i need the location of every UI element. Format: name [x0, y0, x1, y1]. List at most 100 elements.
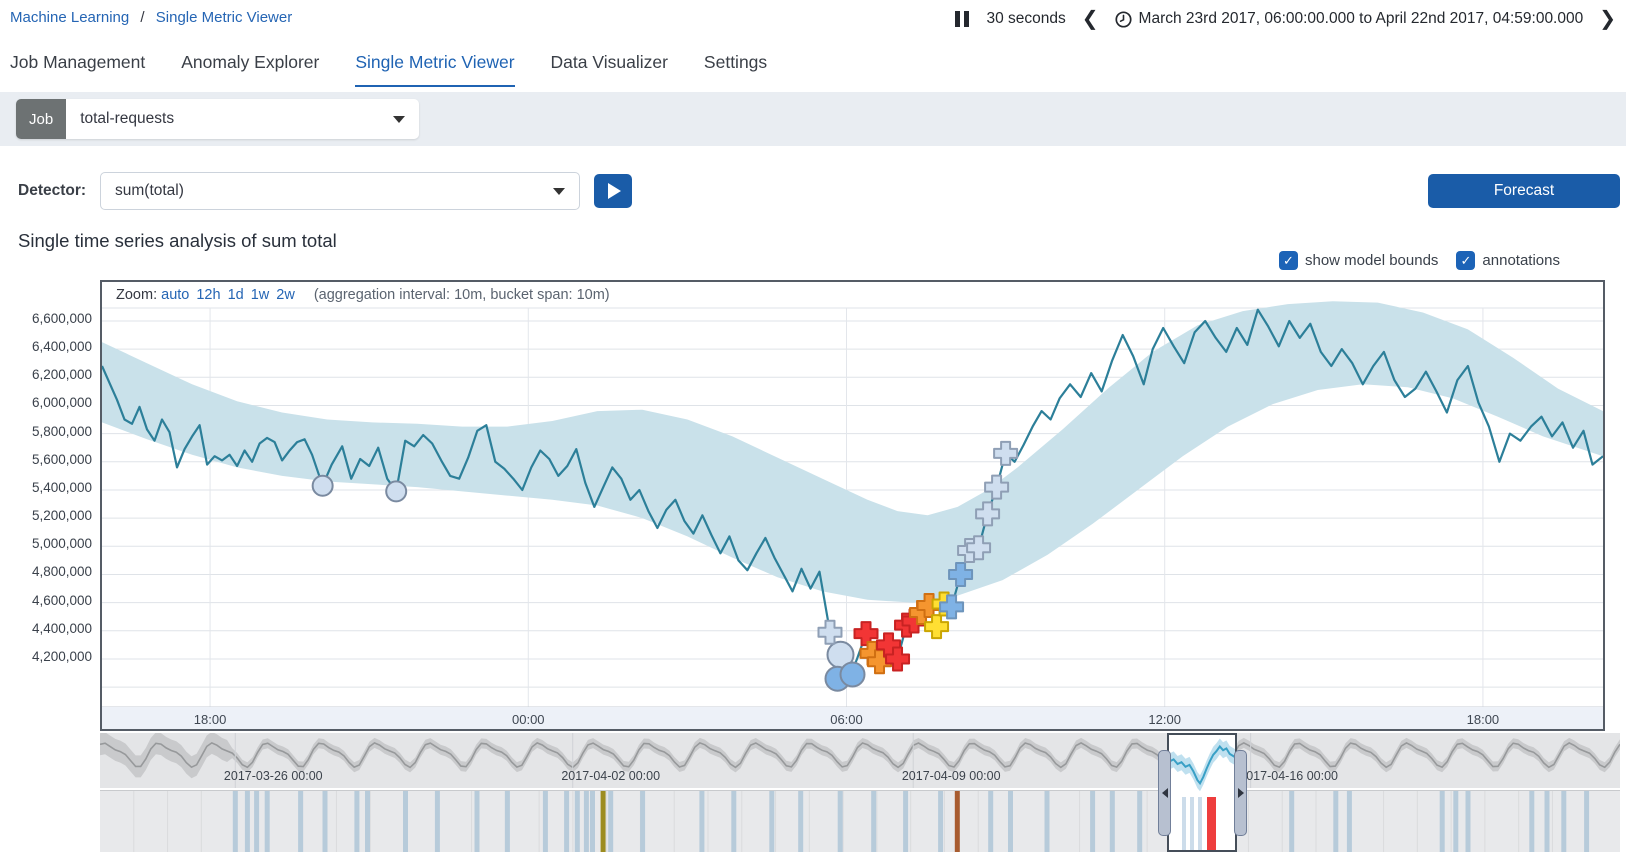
y-axis-tick-label: 5,600,000: [4, 452, 92, 467]
focus-plot[interactable]: [102, 282, 1603, 729]
brush-selection-window[interactable]: [1167, 733, 1237, 852]
context-date-label: 2017-04-02 00:00: [561, 769, 660, 783]
swimlane-event-bar: [543, 790, 548, 852]
y-axis-tick-label: 5,800,000: [4, 424, 92, 439]
pause-button[interactable]: [951, 7, 973, 31]
breadcrumb-link-single-metric-viewer[interactable]: Single Metric Viewer: [156, 9, 292, 26]
zoom-label: Zoom:: [116, 287, 157, 303]
y-axis-tick-label: 4,600,000: [4, 593, 92, 608]
play-button[interactable]: [594, 174, 632, 208]
y-axis-tick-label: 6,400,000: [4, 339, 92, 354]
anomaly-swimlane[interactable]: [100, 790, 1620, 852]
zoom-link-1w[interactable]: 1w: [251, 287, 270, 303]
job-badge: Job: [16, 99, 66, 139]
y-axis-tick-label: 5,000,000: [4, 536, 92, 551]
tab-settings[interactable]: Settings: [704, 44, 767, 87]
time-range[interactable]: March 23rd 2017, 06:00:00.000 to April 2…: [1115, 10, 1584, 28]
zoom-controls: Zoom: auto12h1d1w2w (aggregation interva…: [116, 287, 610, 303]
y-axis-tick-label: 4,400,000: [4, 621, 92, 636]
time-range-label: March 23rd 2017, 06:00:00.000 to April 2…: [1139, 10, 1584, 28]
swimlane-event-bar: [475, 790, 480, 852]
job-select-value: total-requests: [80, 110, 174, 128]
swimlane-event-bar: [1110, 790, 1115, 852]
next-time-button[interactable]: ❯: [1597, 9, 1618, 29]
swimlane-event-bar: [640, 790, 645, 852]
swimlane-event-bar: [608, 790, 613, 852]
brush-handle-right[interactable]: [1234, 750, 1247, 836]
swimlane-event-bar: [265, 790, 270, 852]
checkbox-annotations[interactable]: ✓annotations: [1456, 251, 1560, 270]
y-axis-tick-label: 5,200,000: [4, 508, 92, 523]
swimlane-event-bar: [564, 790, 569, 852]
zoom-link-2w[interactable]: 2w: [276, 287, 295, 303]
selection-event-bar: [1182, 797, 1186, 850]
swimlane-event-bar: [233, 790, 238, 852]
x-axis-tick-label: 18:00: [194, 712, 227, 727]
x-axis-tick-label: 12:00: [1148, 712, 1181, 727]
caret-down-icon: [393, 116, 405, 123]
breadcrumb: Machine Learning / Single Metric Viewer: [10, 9, 292, 26]
job-selector-bar: Job total-requests: [0, 92, 1626, 146]
anomaly-circle-marker: [313, 476, 333, 496]
detector-label: Detector:: [18, 182, 86, 200]
x-axis-tick-label: 00:00: [512, 712, 545, 727]
chart-toggles: ✓show model bounds ✓annotations: [1279, 251, 1560, 270]
swimlane-event-bar: [584, 790, 589, 852]
zoom-link-1d[interactable]: 1d: [228, 287, 244, 303]
zoom-link-12h[interactable]: 12h: [196, 287, 220, 303]
swimlane-event-bar: [1008, 790, 1013, 852]
swimlane-event-bar: [731, 790, 736, 852]
swimlane-event-bar: [354, 790, 359, 852]
swimlane-event-bar: [988, 790, 993, 852]
y-axis-tick-label: 6,600,000: [4, 311, 92, 326]
detector-select-value: sum(total): [115, 182, 184, 200]
breadcrumb-link-machine-learning[interactable]: Machine Learning: [10, 9, 129, 26]
zoom-link-auto[interactable]: auto: [161, 287, 189, 303]
tab-job-management[interactable]: Job Management: [10, 44, 145, 87]
y-axis-tick-label: 6,200,000: [4, 367, 92, 382]
focus-chart: Zoom: auto12h1d1w2w (aggregation interva…: [100, 280, 1605, 731]
swimlane-event-bar: [798, 790, 803, 852]
clock-icon: [1115, 11, 1132, 28]
breadcrumb-separator: /: [140, 9, 144, 26]
y-axis-tick-label: 4,800,000: [4, 564, 92, 579]
time-controls: 30 seconds ❮ March 23rd 2017, 06:00:00.0…: [951, 4, 1619, 34]
swimlane-event-bar: [1347, 790, 1352, 852]
swimlane-event-bar: [699, 790, 704, 852]
y-axis-tick-label: 6,000,000: [4, 395, 92, 410]
prev-time-button[interactable]: ❮: [1080, 9, 1101, 29]
tab-single-metric-viewer[interactable]: Single Metric Viewer: [355, 44, 514, 87]
tab-data-visualizer[interactable]: Data Visualizer: [551, 44, 668, 87]
caret-down-icon: [553, 188, 565, 195]
y-axis-tick-label: 4,200,000: [4, 649, 92, 664]
forecast-button[interactable]: Forecast: [1428, 174, 1620, 208]
checkmark-icon: ✓: [1279, 251, 1298, 270]
swimlane-event-bar: [1545, 790, 1550, 852]
chevron-left-icon: [1162, 788, 1168, 798]
swimlane-event-bar: [838, 790, 843, 852]
context-date-label: 2017-03-26 00:00: [224, 769, 323, 783]
swimlane-event-bar: [435, 790, 440, 852]
selection-event-bar: [1198, 797, 1202, 850]
brush-handle-left[interactable]: [1158, 750, 1171, 836]
swimlane-event-bar: [254, 790, 259, 852]
swimlane-event-bar: [590, 790, 595, 852]
play-icon: [608, 183, 621, 199]
chart-title: Single time series analysis of sum total: [18, 230, 337, 252]
x-axis-tick-label: 06:00: [830, 712, 863, 727]
context-date-label: 2017-04-16 00:00: [1239, 769, 1338, 783]
anomaly-cross-marker: [925, 615, 948, 638]
job-select[interactable]: total-requests: [66, 99, 419, 139]
checkbox-show-model-bounds[interactable]: ✓show model bounds: [1279, 251, 1438, 270]
y-axis-tick-label: 5,400,000: [4, 480, 92, 495]
checkmark-icon: ✓: [1456, 251, 1475, 270]
pause-icon: [955, 11, 960, 27]
refresh-interval-label[interactable]: 30 seconds: [987, 10, 1066, 28]
context-chart[interactable]: 2017-03-26 00:00 2017-04-02 00:00 2017-04-…: [100, 733, 1620, 788]
tab-anomaly-explorer[interactable]: Anomaly Explorer: [181, 44, 319, 87]
detector-select[interactable]: sum(total): [100, 172, 580, 210]
swimlane-event-bar: [1440, 790, 1445, 852]
swimlane-event-bar: [1561, 790, 1566, 852]
selection-event-bar: [1207, 797, 1216, 850]
swimlane-event-bar: [955, 790, 960, 852]
